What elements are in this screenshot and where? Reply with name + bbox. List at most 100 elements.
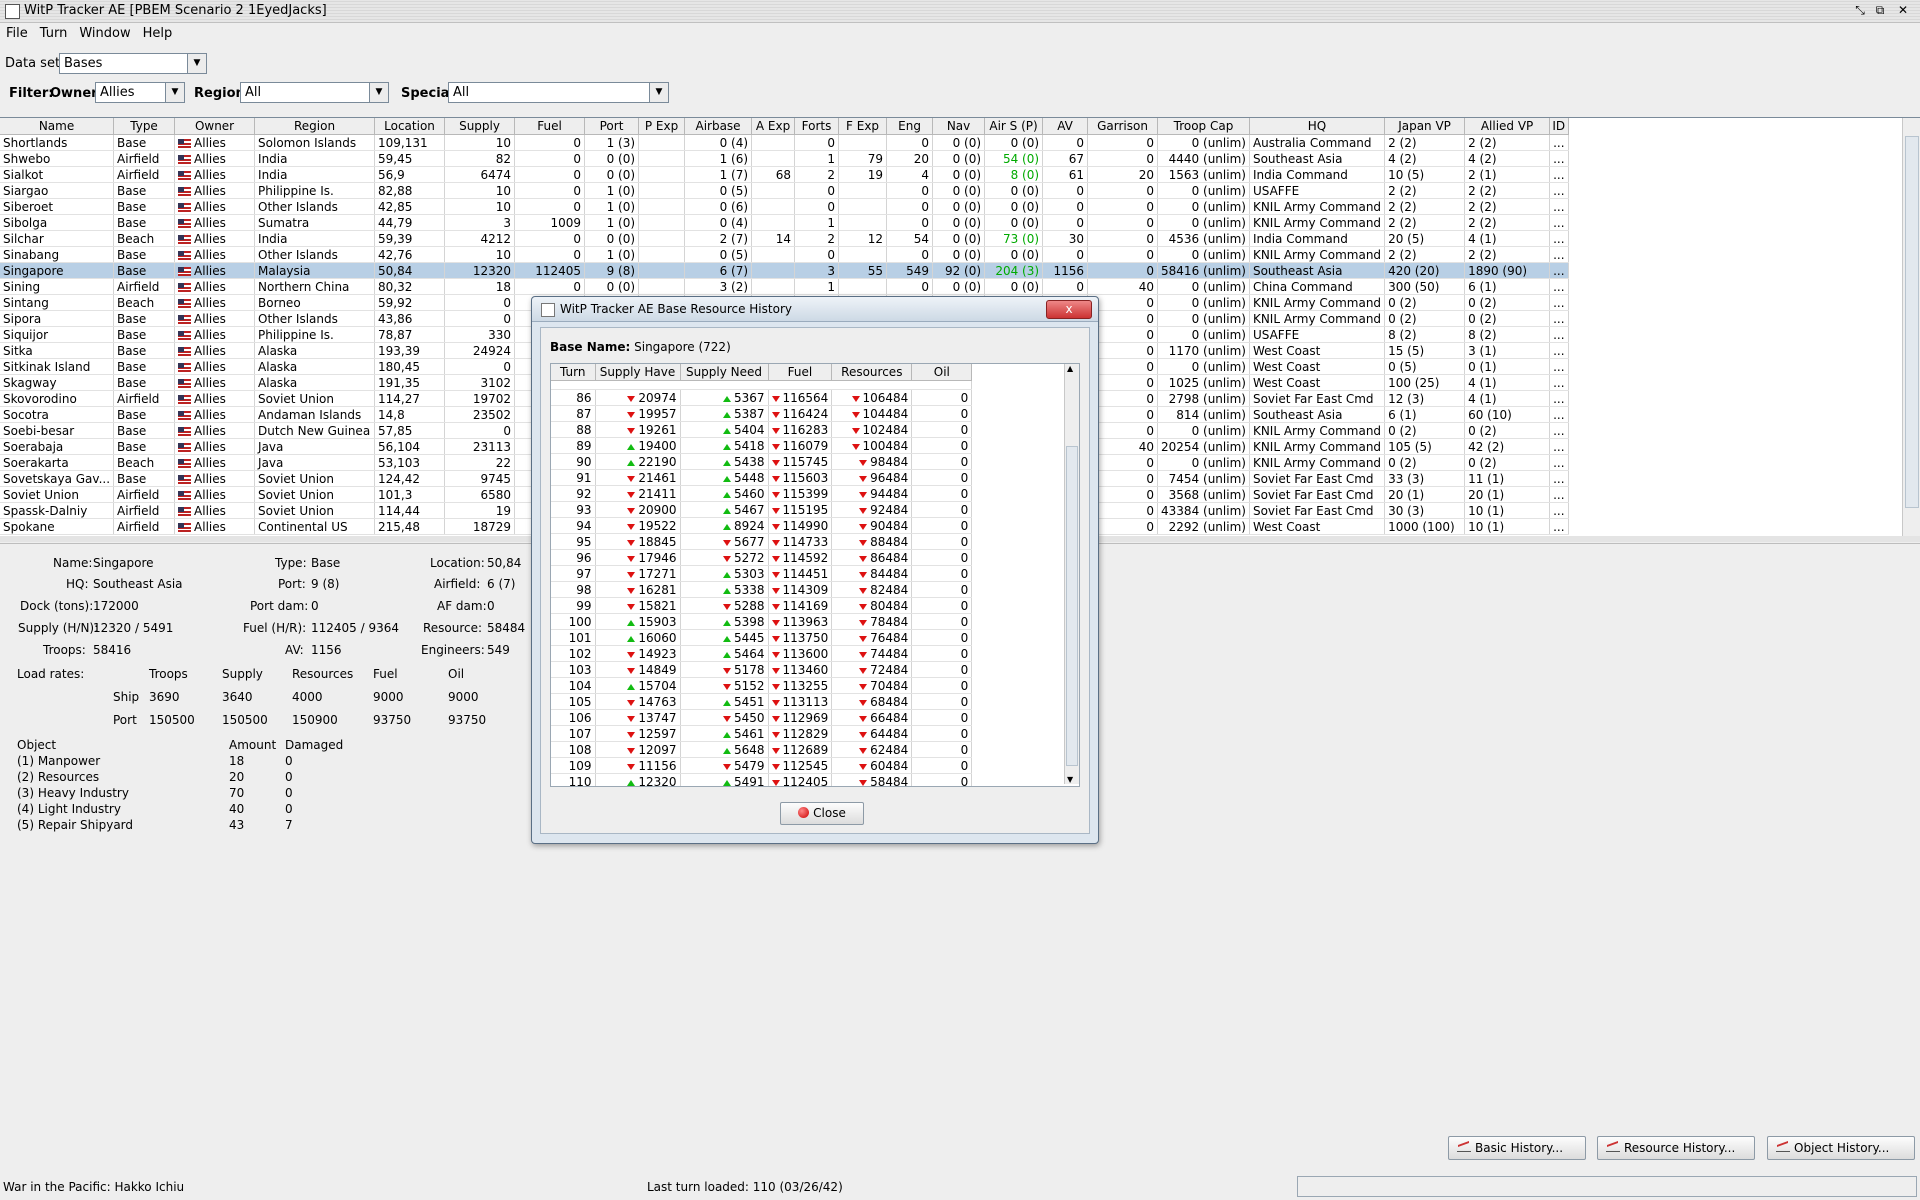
column-header[interactable]: Fuel xyxy=(514,118,586,135)
chevron-down-icon[interactable]: ▼ xyxy=(369,83,388,102)
menu-help[interactable]: Help xyxy=(137,24,179,43)
history-row[interactable]: 107 12597 5461 112829 64484 0 xyxy=(551,725,973,742)
history-cell: 15821 xyxy=(595,597,681,614)
history-row[interactable]: 96 17946 5272 114592 86484 0 xyxy=(551,549,973,566)
history-column-header[interactable]: Resources xyxy=(831,364,913,381)
table-row[interactable]: Silchar Beach Allies India 59,39 4212 0 0 (0) 2 … xyxy=(0,230,1569,247)
column-header[interactable]: Troop Cap xyxy=(1157,118,1250,135)
menu-file[interactable]: File xyxy=(0,24,34,43)
history-row[interactable]: 94 19522 8924 114990 90484 0 xyxy=(551,517,973,534)
history-row[interactable]: 97 17271 5303 114451 84484 0 xyxy=(551,565,973,582)
minimize-icon[interactable]: ⤡ xyxy=(1852,3,1868,18)
table-row[interactable]: Sining Airfield Allies Northern China 80,32 1… xyxy=(0,278,1569,295)
history-row[interactable]: 106 13747 5450 112969 66484 0 xyxy=(551,709,973,726)
restore-icon[interactable]: ⧉ xyxy=(1872,3,1888,18)
column-header[interactable]: Location xyxy=(374,118,446,135)
history-row[interactable]: 109 11156 5479 112545 60484 0 xyxy=(551,757,973,774)
history-row[interactable]: 95 18845 5677 114733 88484 0 xyxy=(551,533,973,550)
menu-window[interactable]: Window xyxy=(73,24,136,43)
column-header[interactable]: P Exp xyxy=(638,118,686,135)
history-row[interactable]: 99 15821 5288 114169 80484 0 xyxy=(551,597,973,614)
special-select[interactable]: All ▼ xyxy=(448,82,669,103)
history-cell: 102484 xyxy=(831,421,913,438)
column-header[interactable]: Eng xyxy=(886,118,934,135)
chevron-down-icon[interactable]: ▼ xyxy=(187,54,206,73)
dataset-select[interactable]: Bases ▼ xyxy=(59,53,207,74)
column-header[interactable]: Airbase xyxy=(684,118,753,135)
column-header[interactable]: Nav xyxy=(932,118,986,135)
table-row[interactable]: Sibolga Base Allies Sumatra 44,79 3 1009 1 (0) 0… xyxy=(0,214,1569,231)
object-history-button[interactable]: Object History... xyxy=(1767,1136,1915,1160)
history-column-header[interactable]: Turn xyxy=(551,364,596,381)
table-row[interactable]: Siargao Base Allies Philippine Is. 82,88 10 0 1… xyxy=(0,182,1569,199)
scroll-thumb[interactable] xyxy=(1905,136,1919,508)
table-cell: Continental US xyxy=(254,518,376,535)
history-row[interactable]: 98 16281 5338 114309 82484 0 xyxy=(551,581,973,598)
history-row[interactable]: 104 15704 5152 113255 70484 0 xyxy=(551,677,973,694)
history-row[interactable]: 108 12097 5648 112689 62484 0 xyxy=(551,741,973,758)
column-header[interactable]: Supply xyxy=(444,118,516,135)
chevron-down-icon[interactable]: ▼ xyxy=(165,83,184,102)
table-row[interactable]: Sialkot Airfield Allies India 56,9 6474 0 0 (0)… xyxy=(0,166,1569,183)
table-row[interactable]: Siberoet Base Allies Other Islands 42,85 10 0 1… xyxy=(0,198,1569,215)
column-header[interactable]: ID xyxy=(1549,118,1569,135)
scroll-up-icon[interactable]: ▲ xyxy=(1067,364,1073,373)
menu-turn[interactable]: Turn xyxy=(34,24,74,43)
history-row[interactable]: 90 22190 5438 115745 98484 0 xyxy=(551,453,973,470)
table-row[interactable]: Shwebo Airfield Allies India 59,45 82 0 0 (0) 1 … xyxy=(0,150,1569,167)
owner-select[interactable]: Allies ▼ xyxy=(95,82,185,103)
history-row[interactable]: 103 14849 5178 113460 72484 0 xyxy=(551,661,973,678)
table-row[interactable]: Shortlands Base Allies Solomon Islands 109,1… xyxy=(0,134,1569,151)
column-header[interactable]: Name xyxy=(0,118,115,135)
history-row[interactable]: 110 12320 5491 112405 58484 0 xyxy=(551,773,973,786)
history-row[interactable]: 86 20974 5367 116564 106484 0 xyxy=(551,389,973,406)
close-button[interactable]: Close xyxy=(780,802,864,825)
history-row[interactable]: 101 16060 5445 113750 76484 0 xyxy=(551,629,973,646)
object-name: (2) Resources xyxy=(17,770,100,784)
history-row[interactable]: 100 15903 5398 113963 78484 0 xyxy=(551,613,973,630)
column-header[interactable]: Allied VP xyxy=(1464,118,1551,135)
column-header[interactable]: F Exp xyxy=(838,118,888,135)
column-header[interactable]: Forts xyxy=(794,118,840,135)
history-column-header[interactable]: Supply Have xyxy=(595,364,681,381)
column-header[interactable]: Air S (P) xyxy=(984,118,1044,135)
scroll-thumb[interactable] xyxy=(1066,446,1078,766)
history-row[interactable]: 89 19400 5418 116079 100484 0 xyxy=(551,437,973,454)
history-row[interactable]: 102 14923 5464 113600 74484 0 xyxy=(551,645,973,662)
column-header[interactable]: Region xyxy=(254,118,376,135)
column-header[interactable]: Garrison xyxy=(1087,118,1159,135)
column-header[interactable]: Type xyxy=(113,118,176,135)
history-column-header[interactable]: Oil xyxy=(911,364,973,381)
table-cell: 0 (2) xyxy=(1464,310,1551,327)
basic-history-button[interactable]: Basic History... xyxy=(1448,1136,1586,1160)
column-header[interactable]: Port xyxy=(584,118,640,135)
history-row[interactable]: 93 20900 5467 115195 92484 0 xyxy=(551,501,973,518)
history-value: 5448 xyxy=(733,470,765,485)
history-row[interactable]: 92 21411 5460 115399 94484 0 xyxy=(551,485,973,502)
history-row[interactable]: 88 19261 5404 116283 102484 0 xyxy=(551,421,973,438)
history-row[interactable]: 105 14763 5451 113113 68484 0 xyxy=(551,693,973,710)
scroll-down-icon[interactable]: ▼ xyxy=(1067,775,1073,784)
region-select[interactable]: All ▼ xyxy=(240,82,389,103)
resource-history-button[interactable]: Resource History... xyxy=(1597,1136,1755,1160)
history-scrollbar[interactable]: ▲ ▼ xyxy=(1064,364,1079,784)
table-row[interactable]: Singapore Base Allies Malaysia 50,84 12320 112… xyxy=(0,262,1569,279)
column-header[interactable]: A Exp xyxy=(751,118,796,135)
dialog-close-icon[interactable]: x xyxy=(1046,300,1092,319)
history-value: 93 xyxy=(576,502,592,517)
column-header[interactable]: HQ xyxy=(1249,118,1386,135)
close-icon[interactable]: ✕ xyxy=(1895,3,1911,18)
table-cell: India Command xyxy=(1249,230,1386,247)
history-row[interactable]: 91 21461 5448 115603 96484 0 xyxy=(551,469,973,486)
table-cell: Soviet Union xyxy=(254,486,376,503)
history-row[interactable]: 87 19957 5387 116424 104484 0 xyxy=(551,405,973,422)
column-header[interactable]: AV xyxy=(1042,118,1089,135)
history-column-header[interactable]: Supply Need xyxy=(680,364,769,381)
table-row[interactable]: Sinabang Base Allies Other Islands 42,76 10 0 1… xyxy=(0,246,1569,263)
column-header[interactable]: Japan VP xyxy=(1384,118,1466,135)
arrow-down-icon xyxy=(772,759,783,773)
column-header[interactable]: Owner xyxy=(174,118,256,135)
history-column-header[interactable]: Fuel xyxy=(768,364,833,381)
bases-scrollbar[interactable] xyxy=(1902,118,1920,536)
chevron-down-icon[interactable]: ▼ xyxy=(649,83,668,102)
